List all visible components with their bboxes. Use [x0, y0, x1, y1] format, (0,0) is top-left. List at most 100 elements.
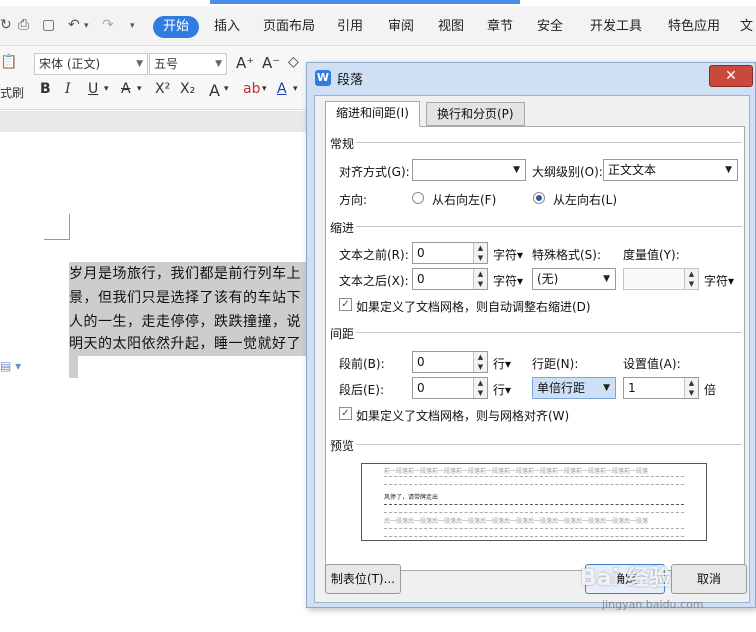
tab-references[interactable]: 引用 — [337, 16, 363, 38]
preview-next-text: 后一段落后一段落后一段落后一段落后一段落后一段落后一段落后一段落后一段落后一段落… — [384, 518, 649, 525]
document-page[interactable] — [0, 132, 310, 632]
snap-to-grid-checkbox[interactable]: ✓ — [339, 407, 352, 420]
redo-partial-icon[interactable]: ↻ — [0, 17, 12, 33]
undo-icon[interactable]: ↶ — [68, 17, 80, 33]
space-after-unit[interactable]: 行▾ — [493, 381, 511, 398]
highlight-icon[interactable]: ab — [243, 81, 260, 97]
baidu-watermark: Bai 经验 — [580, 566, 671, 591]
indent-before-spinner[interactable]: 0 ▲ ▼ — [412, 242, 488, 264]
tab-developer[interactable]: 开发工具 — [590, 16, 642, 38]
tab-home[interactable]: 开始 — [153, 16, 200, 38]
font-name-select[interactable]: 宋体 (正文) ▼ — [34, 53, 148, 75]
doc-line-1[interactable]: 岁月是场旅行，我们都是前行列车上 — [69, 262, 306, 286]
special-format-select[interactable]: (无) ▼ — [532, 268, 616, 290]
tab-security[interactable]: 安全 — [537, 16, 563, 38]
preview-prev-line — [384, 484, 684, 485]
ltr-label[interactable]: 从左向右(L) — [553, 191, 617, 208]
auto-adjust-checkbox[interactable]: ✓ — [339, 298, 352, 311]
undo-dropdown-icon[interactable]: ▾ — [84, 21, 89, 31]
tab-indent-spacing[interactable]: 缩进和间距(I) — [325, 101, 420, 127]
text-effect-dropdown-icon[interactable]: ▾ — [224, 84, 229, 94]
font-size-value: 五号 — [154, 57, 179, 71]
shrink-font-icon[interactable]: A⁻ — [262, 54, 280, 72]
wps-logo-icon: W — [315, 70, 331, 86]
tab-chapter[interactable]: 章节 — [487, 16, 513, 38]
line-spacing-select[interactable]: 单倍行距 ▼ — [532, 377, 616, 399]
title-accent — [210, 0, 520, 4]
measure-unit[interactable]: 字符▾ — [704, 272, 734, 289]
print-icon[interactable]: ⎙ — [18, 17, 29, 33]
section-divider — [356, 142, 742, 143]
dialog-titlebar[interactable]: W 段落 ✕ — [307, 63, 755, 93]
space-after-spinner[interactable]: 0 ▲ ▼ — [412, 377, 488, 399]
font-color-icon[interactable]: A — [277, 81, 287, 97]
strikethrough-dropdown-icon[interactable]: ▾ — [137, 84, 142, 94]
format-painter-label[interactable]: 式刷 — [0, 84, 24, 101]
tab-insert[interactable]: 插入 — [214, 16, 240, 38]
superscript-icon[interactable]: X² — [155, 81, 170, 97]
menu-bar: ↻ ⎙ ▢ ↶ ▾ ↷ ▾ 开始 插入 页面布局 引用 审阅 视图 章节 安全 … — [0, 0, 756, 46]
alignment-label: 对齐方式(G): — [339, 165, 410, 179]
rtl-radio[interactable] — [412, 192, 424, 204]
underline-dropdown-icon[interactable]: ▾ — [104, 84, 109, 94]
setting-value-label: 设置值(A): — [623, 357, 681, 371]
close-button[interactable]: ✕ — [709, 65, 753, 87]
tab-page-layout[interactable]: 页面布局 — [263, 16, 315, 38]
snap-to-grid-label[interactable]: 如果定义了文档网格，则与网格对齐(W) — [356, 407, 569, 424]
customize-dropdown-icon[interactable]: ▾ — [130, 21, 135, 31]
rtl-label[interactable]: 从右向左(F) — [432, 191, 496, 208]
redo-icon[interactable]: ↷ — [102, 17, 114, 33]
highlight-dropdown-icon[interactable]: ▾ — [262, 84, 267, 94]
selection-tail — [69, 354, 78, 378]
indent-after-unit[interactable]: 字符▾ — [493, 272, 523, 289]
subscript-icon[interactable]: X₂ — [180, 81, 195, 97]
font-color-dropdown-icon[interactable]: ▾ — [293, 84, 298, 94]
space-before-unit[interactable]: 行▾ — [493, 355, 511, 372]
indent-before-unit[interactable]: 字符▾ — [493, 246, 523, 263]
section-divider — [356, 332, 742, 333]
ltr-radio[interactable] — [533, 192, 545, 204]
setting-value-spinner[interactable]: 1 ▲ ▼ — [623, 377, 699, 399]
font-size-select[interactable]: 五号 ▼ — [149, 53, 227, 75]
italic-icon[interactable]: I — [65, 81, 71, 97]
doc-line-2[interactable]: 景，但我们只是选择了该有的车站下 — [69, 286, 306, 310]
indent-after-spinner[interactable]: 0 ▲ ▼ — [412, 268, 488, 290]
doc-line-3[interactable]: 人的一生，走走停停，跌跌撞撞，说 — [69, 310, 306, 334]
spinner-arrows-icon[interactable]: ▲ ▼ — [473, 269, 487, 289]
space-before-spinner[interactable]: 0 ▲ ▼ — [412, 351, 488, 373]
window-top-strip — [0, 0, 756, 6]
baidu-watermark-url: jingyan.baidu.com — [602, 598, 704, 611]
spinner-arrows-icon[interactable]: ▲ ▼ — [684, 378, 698, 398]
text-effect-icon[interactable]: A — [209, 81, 220, 100]
cancel-button[interactable]: 取消 — [671, 564, 747, 594]
doc-line-4[interactable]: 明天的太阳依然升起，睡一觉就好了 — [69, 332, 306, 356]
tab-view[interactable]: 视图 — [438, 16, 464, 38]
spinner-arrows-icon[interactable]: ▲ ▼ — [473, 352, 487, 372]
spinner-arrows-icon[interactable]: ▲ ▼ — [473, 243, 487, 263]
spinner-arrows-icon[interactable]: ▲ ▼ — [684, 269, 698, 289]
outline-level-select[interactable]: 正文文本 ▼ — [603, 159, 738, 181]
tab-stops-button[interactable]: 制表位(T)... — [325, 564, 401, 594]
auto-adjust-label[interactable]: 如果定义了文档网格，则自动调整右缩进(D) — [356, 298, 591, 315]
bold-icon[interactable]: B — [40, 81, 51, 97]
underline-icon[interactable]: U — [88, 81, 98, 97]
preview-icon[interactable]: ▢ — [42, 17, 55, 33]
strikethrough-icon[interactable]: A — [121, 81, 131, 97]
tab-features[interactable]: 特色应用 — [668, 16, 720, 38]
tab-review[interactable]: 审阅 — [388, 16, 414, 38]
measure-spinner[interactable]: ▲ ▼ — [623, 268, 699, 290]
paragraph-options-icon[interactable]: ▤ ▾ — [0, 359, 21, 373]
space-after-label: 段后(E): — [339, 383, 384, 397]
section-general-title: 常规 — [330, 137, 355, 151]
setting-value: 1 — [628, 381, 636, 395]
tab-more[interactable]: 文 — [740, 16, 753, 38]
grow-font-icon[interactable]: A⁺ — [236, 54, 254, 72]
clear-format-icon[interactable]: ◇ — [288, 54, 299, 70]
paste-icon[interactable]: 📋 — [0, 54, 17, 70]
tab-line-page-breaks[interactable]: 换行和分页(P) — [426, 102, 525, 126]
close-icon: ✕ — [725, 68, 737, 84]
line-spacing-value: 单倍行距 — [537, 381, 586, 395]
alignment-select[interactable]: ▼ — [412, 159, 526, 181]
preview-next-line — [384, 512, 684, 513]
spinner-arrows-icon[interactable]: ▲ ▼ — [473, 378, 487, 398]
